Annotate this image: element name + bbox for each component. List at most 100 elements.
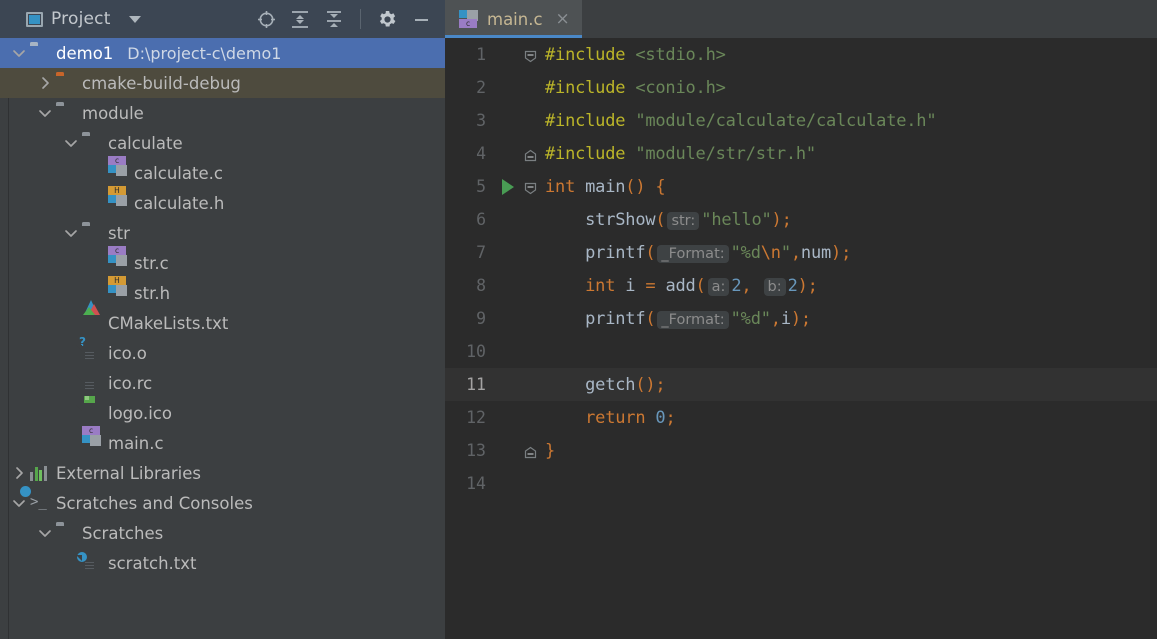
tree-row-label: External Libraries (56, 463, 201, 483)
code-token: 0 (655, 407, 666, 428)
h-file-icon: H (108, 185, 127, 212)
chevron-down-icon[interactable] (62, 134, 80, 152)
project-panel-title: Project (51, 9, 111, 29)
tree-row[interactable]: External Libraries (0, 458, 445, 488)
chevron-down-icon[interactable] (10, 44, 28, 62)
code-line[interactable]: 14 (445, 467, 1157, 500)
tree-row[interactable]: str (0, 218, 445, 248)
chevron-down-icon[interactable] (62, 224, 80, 242)
tree-row-label: ico.rc (108, 373, 153, 393)
fold-end-icon[interactable] (523, 147, 537, 162)
code-line[interactable]: 7 printf(_Format: "%d\n",num); (445, 236, 1157, 269)
tree-row[interactable]: ico.rc (0, 368, 445, 398)
chevron-down-icon[interactable] (128, 15, 141, 23)
code-text: printf(_Format: "%d\n",num); (539, 243, 851, 263)
chevron-down-icon[interactable] (36, 104, 54, 122)
tree-row-label: Scratches and Consoles (56, 493, 253, 513)
c-file-icon: c (108, 155, 127, 182)
settings-gear-icon[interactable] (377, 9, 397, 29)
code-line[interactable]: 2 #include <conio.h> (445, 71, 1157, 104)
code-line[interactable]: 11 getch(); (445, 368, 1157, 401)
c-file-icon: c (82, 425, 101, 452)
code-token: = (645, 275, 666, 296)
line-number: 3 (476, 111, 486, 130)
code-text: int i = add(a: 2, b: 2); (539, 276, 818, 296)
code-editor[interactable]: 1 #include <stdio.h> 2 #include <conio.h> 3 #… (445, 38, 1157, 639)
parameter-hint: _Format: (657, 244, 729, 263)
line-number: 5 (476, 177, 486, 196)
code-token: printf (545, 242, 646, 263)
folder-icon (82, 225, 101, 242)
code-line[interactable]: 3 #include "module/calculate/calculate.h" (445, 104, 1157, 137)
close-icon[interactable]: × (556, 10, 570, 28)
code-line[interactable]: 4 #include "module/str/str.h" (445, 137, 1157, 170)
chevron-down-icon[interactable] (36, 524, 54, 542)
tab-bar-empty-space (581, 0, 1157, 38)
code-line[interactable]: 13} (445, 434, 1157, 467)
select-opened-file-icon[interactable] (256, 9, 276, 29)
tree-row[interactable]: cmake-build-debug (0, 68, 445, 98)
tree-row[interactable]: scratch.txt (0, 548, 445, 578)
code-line[interactable]: 5 int main() { (445, 170, 1157, 203)
code-token: 2 (731, 275, 742, 296)
line-number: 13 (466, 441, 486, 460)
line-number: 10 (466, 342, 486, 361)
code-line[interactable]: 6 strShow(str: "hello"); (445, 203, 1157, 236)
code-token: ); (790, 308, 811, 329)
fold-end-icon[interactable] (523, 444, 537, 459)
parameter-hint: _Format: (657, 310, 729, 329)
fold-column (521, 180, 539, 195)
tree-row-label: ico.o (108, 343, 147, 363)
parameter-hint: b: (763, 277, 786, 296)
code-line[interactable]: 8 int i = add(a: 2, b: 2); (445, 269, 1157, 302)
code-token: , (790, 242, 801, 263)
code-token: "hello" (701, 209, 772, 230)
project-file-tree[interactable]: demo1 D:\project-c\demo1 cmake-build-debug… (0, 38, 445, 639)
line-number: 12 (466, 408, 486, 427)
tree-row-label: Scratches (82, 523, 164, 543)
tree-row[interactable]: Hcalculate.h (0, 185, 445, 218)
code-token: #include (545, 143, 636, 164)
code-token: getch (545, 374, 636, 395)
editor-tab-main-c[interactable]: c main.c × (445, 0, 582, 38)
project-panel-actions (256, 9, 435, 29)
editor-area: c main.c × 1 #include <stdio.h> 2 #include … (445, 0, 1157, 639)
tree-row[interactable]: logo.ico (0, 395, 445, 428)
code-token: i (780, 308, 791, 329)
code-line[interactable]: 10 (445, 335, 1157, 368)
tree-row[interactable]: c main.c (0, 425, 445, 458)
fold-collapse-icon[interactable] (523, 180, 537, 195)
tree-row[interactable]: Scratches (0, 518, 445, 548)
tree-row[interactable]: c calculate.c (0, 155, 445, 188)
expand-all-icon[interactable] (290, 9, 310, 29)
run-gutter-icon[interactable] (495, 178, 521, 195)
unknown-file-icon: ? (79, 336, 101, 362)
line-number: 6 (476, 210, 486, 229)
code-line[interactable]: 1 #include <stdio.h> (445, 38, 1157, 71)
project-title-group[interactable]: Project (26, 9, 141, 29)
tree-row[interactable]: calculate (0, 128, 445, 158)
code-token: ; (665, 407, 676, 428)
tree-row[interactable]: module (0, 98, 445, 128)
tree-row[interactable]: c str.c (0, 245, 445, 278)
fold-collapse-icon[interactable] (523, 48, 537, 63)
tree-row[interactable]: demo1 D:\project-c\demo1 (0, 38, 445, 68)
tree-row[interactable]: Hstr.h (0, 275, 445, 308)
code-text: strShow(str: "hello"); (539, 210, 792, 230)
code-token: ); (797, 275, 818, 296)
line-number: 4 (476, 144, 486, 163)
collapse-all-icon[interactable] (324, 9, 344, 29)
line-number: 2 (476, 78, 486, 97)
code-line[interactable]: 9 printf(_Format: "%d",i); (445, 302, 1157, 335)
tree-row[interactable]: CMakeLists.txt (0, 299, 445, 338)
fold-column (521, 444, 539, 459)
code-text: #include <stdio.h> (539, 45, 726, 65)
chevron-right-icon[interactable] (10, 464, 28, 482)
tree-row[interactable]: >_ Scratches and Consoles (0, 485, 445, 518)
chevron-down-icon[interactable] (10, 494, 28, 512)
code-line[interactable]: 12 return 0; (445, 401, 1157, 434)
line-number: 1 (476, 45, 486, 64)
tree-row[interactable]: ? ico.o (0, 336, 445, 368)
hide-panel-icon[interactable] (411, 9, 431, 29)
chevron-right-icon[interactable] (36, 74, 54, 92)
